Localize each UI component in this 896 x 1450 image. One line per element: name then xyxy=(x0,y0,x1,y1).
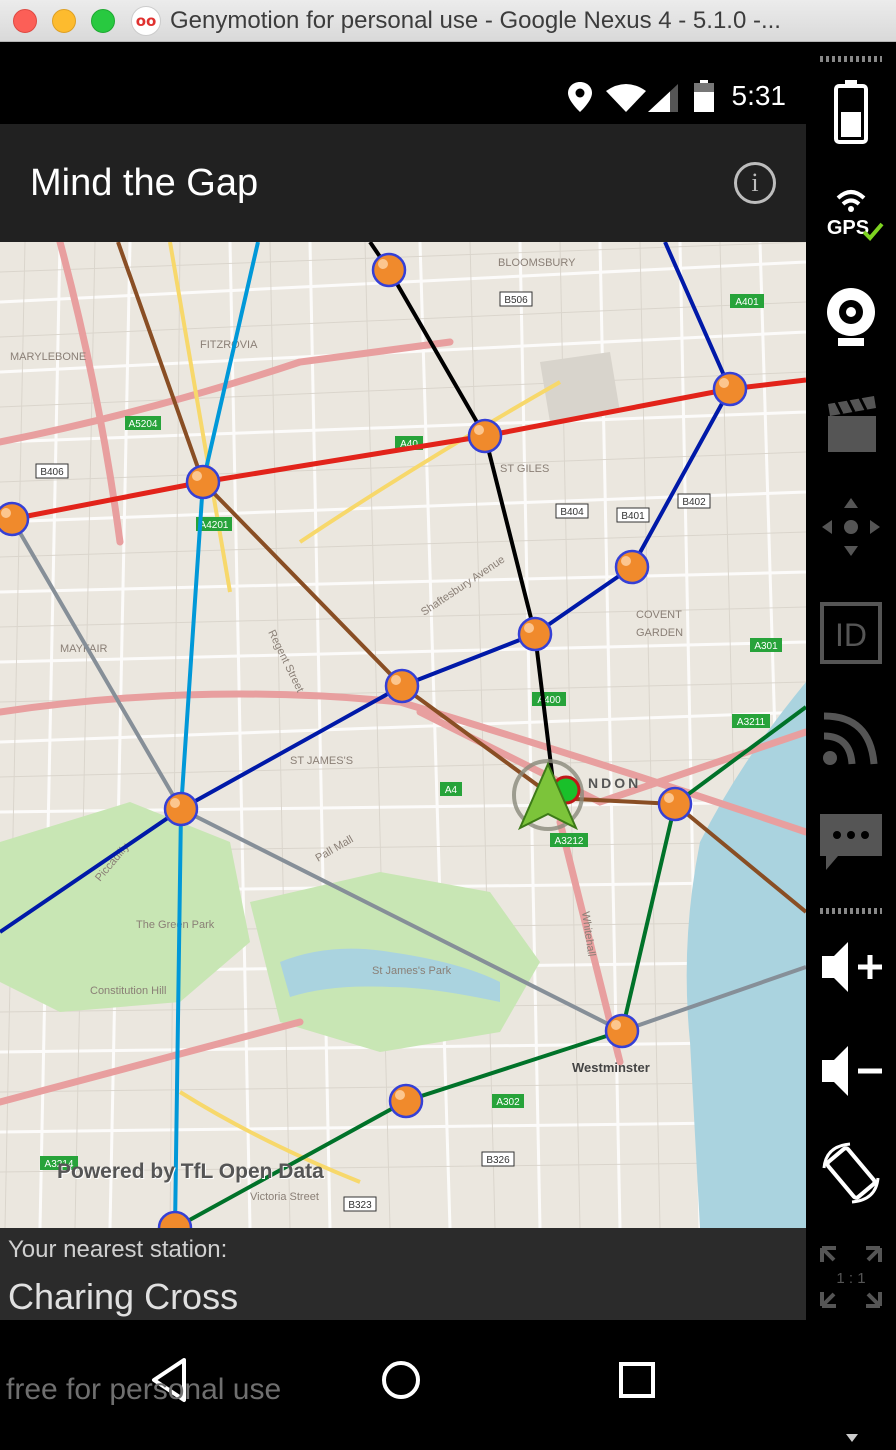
gps-icon[interactable]: GPS xyxy=(816,178,886,248)
map-label: GARDEN xyxy=(636,627,683,639)
road-badge: B326 xyxy=(486,1155,510,1166)
station-marker xyxy=(384,668,420,704)
road-badge: A302 xyxy=(496,1097,520,1108)
map-label: ST GILES xyxy=(500,463,549,475)
station-marker xyxy=(467,418,503,454)
road-badge: A4 xyxy=(445,785,458,796)
station-marker xyxy=(614,549,650,585)
road-badge: B404 xyxy=(560,507,584,518)
volume-down-icon[interactable] xyxy=(816,1036,886,1106)
info-button[interactable]: i xyxy=(734,162,776,204)
close-window-button[interactable] xyxy=(13,9,37,33)
station-marker xyxy=(657,786,693,822)
map-label: Constitution Hill xyxy=(90,985,166,997)
station-marker xyxy=(185,464,221,500)
location-icon xyxy=(568,82,592,112)
road-badge: A3211 xyxy=(737,717,766,728)
road-badge: A301 xyxy=(754,641,778,652)
dpad-icon[interactable] xyxy=(816,492,886,562)
station-marker xyxy=(388,1083,424,1119)
device-screen: 5:31 Mind the Gap i A401 A5204 A40 B406 … xyxy=(0,42,806,1450)
road-badge: B402 xyxy=(682,497,706,508)
nearest-station-name: Charing Cross xyxy=(8,1276,239,1317)
map-label: MARYLEBONE xyxy=(10,351,86,363)
pixel-ratio-label: 1 : 1 xyxy=(836,1270,865,1287)
station-marker xyxy=(0,501,30,537)
genymotion-app-icon: oo xyxy=(131,6,161,36)
battery-icon xyxy=(694,80,714,112)
id-label: ID xyxy=(835,617,867,653)
id-icon[interactable]: ID xyxy=(816,598,886,668)
home-icon[interactable] xyxy=(371,1350,431,1410)
map-view[interactable]: A401 A5204 A40 B406 A4201 B506 B404 B401… xyxy=(0,242,806,1228)
wifi-icon xyxy=(606,84,646,112)
pixel-ratio-icon[interactable]: 1 : 1 xyxy=(816,1242,886,1312)
road-badge: A401 xyxy=(735,297,759,308)
road-badge: A5204 xyxy=(129,419,158,430)
nearest-station-panel: Your nearest station: Charing Cross xyxy=(0,1228,806,1320)
emulator-toolbar: GPS ID 1: 1 xyxy=(806,42,896,1450)
road-badge: A4201 xyxy=(200,520,229,531)
gps-label: GPS xyxy=(827,217,869,239)
map-label: COVENT xyxy=(636,609,682,621)
rotate-icon[interactable] xyxy=(816,1138,886,1208)
map-label: The Green Park xyxy=(136,919,215,931)
road-badge: B506 xyxy=(504,295,528,306)
attribution-text: Powered by TfL Open Data xyxy=(57,1160,324,1183)
map-canvas[interactable]: A401 A5204 A40 B406 A4201 B506 B404 B401… xyxy=(0,242,806,1228)
app-bar: Mind the Gap i xyxy=(0,124,806,242)
screencast-icon[interactable] xyxy=(816,390,886,460)
road-badge: A3212 xyxy=(555,836,584,847)
station-marker xyxy=(604,1013,640,1049)
station-marker xyxy=(712,371,748,407)
road-badge: B406 xyxy=(40,467,64,478)
toolbar-divider xyxy=(820,56,882,62)
map-label: Westminster xyxy=(572,1060,650,1075)
volume-up-icon[interactable] xyxy=(816,932,886,1002)
webcam-icon[interactable] xyxy=(816,282,886,352)
minimize-window-button[interactable] xyxy=(52,9,76,33)
battery-icon[interactable] xyxy=(816,76,886,146)
station-marker xyxy=(163,791,199,827)
road-badge: B401 xyxy=(621,511,645,522)
map-label: BLOOMSBURY xyxy=(498,257,576,269)
status-bar: 5:31 xyxy=(0,42,806,124)
window-title: Genymotion for personal use - Google Nex… xyxy=(170,7,781,34)
recents-icon[interactable] xyxy=(607,1350,667,1410)
signal-icon xyxy=(648,84,678,112)
station-marker xyxy=(371,252,407,288)
page-title: Mind the Gap xyxy=(30,162,259,204)
maximize-window-button[interactable] xyxy=(91,9,115,33)
toolbar-divider xyxy=(820,908,882,914)
map-label: ST JAMES'S xyxy=(290,755,353,767)
scroll-down-icon[interactable] xyxy=(846,1434,858,1442)
map-label: NDON xyxy=(588,775,641,791)
map-label: FITZROVIA xyxy=(200,339,258,351)
clock: 5:31 xyxy=(731,80,787,111)
watermark-text: free for personal use xyxy=(6,1373,282,1406)
sms-icon[interactable] xyxy=(816,806,886,876)
map-label: Victoria Street xyxy=(250,1191,319,1203)
rss-icon[interactable] xyxy=(816,702,886,772)
station-marker xyxy=(517,616,553,652)
nearest-station-label: Your nearest station: xyxy=(8,1236,228,1263)
road-badge: B323 xyxy=(348,1200,372,1211)
map-label: St James's Park xyxy=(372,965,452,977)
window-titlebar: oo Genymotion for personal use - Google … xyxy=(0,0,896,42)
